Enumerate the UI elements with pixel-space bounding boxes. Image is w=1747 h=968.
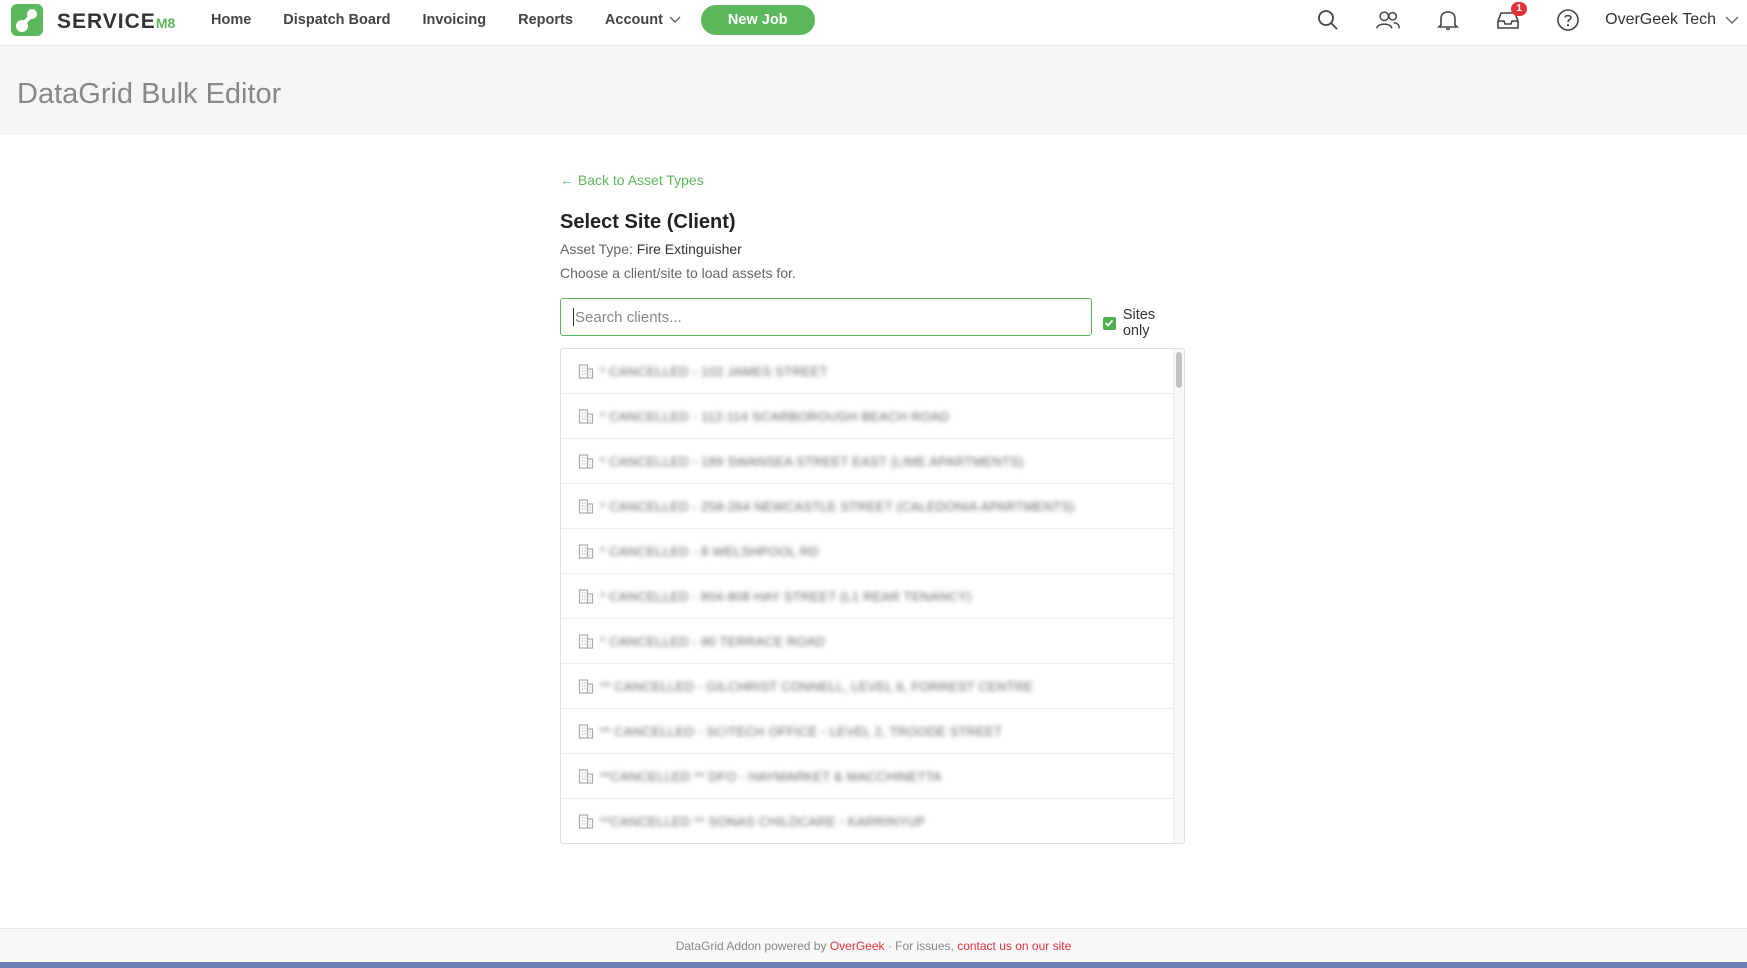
sites-only-checkbox[interactable] bbox=[1103, 316, 1116, 330]
nav-account-label: Account bbox=[604, 12, 663, 28]
team-icon bbox=[1376, 11, 1401, 29]
notifications-button[interactable] bbox=[1435, 7, 1461, 33]
nav-account[interactable]: Account bbox=[605, 12, 681, 28]
page-footer: DataGrid Addon powered by OverGeek · For… bbox=[0, 928, 1747, 963]
team-button[interactable] bbox=[1375, 7, 1401, 33]
brand-wordmark[interactable]: SERVICEM8 bbox=[57, 10, 175, 34]
building-icon bbox=[578, 589, 594, 604]
footer-brand-link[interactable]: OverGeek bbox=[830, 939, 885, 953]
servicem8-logo-icon[interactable] bbox=[11, 4, 43, 36]
list-scroll-track[interactable] bbox=[1173, 349, 1184, 843]
client-name: * CANCELLED - 8 WELSHPOOL RD bbox=[600, 543, 819, 559]
nav-home[interactable]: Home bbox=[211, 12, 251, 28]
client-name: * CANCELLED - 112-114 SCARBOROUGH BEACH … bbox=[600, 408, 950, 424]
nav-icon-group: 1 OverGeek Tech bbox=[1315, 2, 1747, 33]
building-icon bbox=[578, 679, 594, 694]
client-list-item[interactable]: * CANCELLED - 804-808 HAY STREET (L1 REA… bbox=[561, 574, 1173, 619]
user-menu[interactable]: OverGeek Tech bbox=[1605, 11, 1739, 29]
footer-prefix: DataGrid Addon powered by bbox=[675, 939, 827, 953]
building-icon bbox=[578, 544, 594, 559]
section-title: Select Site (Client) bbox=[560, 211, 736, 233]
client-list-item[interactable]: ** CANCELLED - GILCHRIST CONNELL, LEVEL … bbox=[561, 664, 1173, 709]
client-list-item[interactable]: **CANCELLED ** DFO - HAYMARKET & MACCHIN… bbox=[561, 754, 1173, 799]
main-nav: Home Dispatch Board Invoicing Reports Ac… bbox=[211, 0, 815, 40]
building-icon bbox=[578, 769, 594, 784]
client-name: * CANCELLED - 258-264 NEWCASTLE STREET (… bbox=[600, 498, 1075, 514]
asset-type-value: Fire Extinguisher bbox=[636, 241, 742, 257]
list-scrollbar-thumb[interactable] bbox=[1176, 352, 1182, 388]
help-button[interactable] bbox=[1555, 7, 1581, 33]
building-icon bbox=[578, 724, 594, 739]
asset-type-label: Asset Type: bbox=[560, 241, 633, 257]
client-list-item[interactable]: * CANCELLED - 189 SWANSEA STREET EAST (L… bbox=[561, 439, 1173, 484]
search-icon bbox=[1318, 10, 1338, 30]
client-list-item[interactable]: * CANCELLED - 102 JAMES STREET bbox=[561, 349, 1173, 394]
client-list-rows: * CANCELLED - 102 JAMES STREET * CANCELLE… bbox=[561, 349, 1173, 843]
client-search-input[interactable] bbox=[573, 299, 1077, 335]
client-name: **CANCELLED ** SONAS CHILDCARE - KARRINY… bbox=[600, 813, 926, 829]
text-cursor bbox=[573, 308, 574, 326]
window-bottom-edge bbox=[0, 962, 1747, 968]
asset-type-line: Asset Type: Fire Extinguisher bbox=[560, 241, 742, 257]
building-icon bbox=[578, 499, 594, 514]
new-job-button[interactable]: New Job bbox=[700, 5, 815, 35]
building-icon bbox=[578, 454, 594, 469]
client-name: * CANCELLED - 189 SWANSEA STREET EAST (L… bbox=[600, 453, 1024, 469]
client-list-item[interactable]: ** CANCELLED - SCITECH OFFICE - LEVEL 2,… bbox=[561, 709, 1173, 754]
chevron-down-icon bbox=[669, 16, 681, 23]
search-button[interactable] bbox=[1315, 7, 1341, 33]
sites-only-toggle[interactable]: Sites only bbox=[1103, 307, 1185, 339]
client-name: ** CANCELLED - SCITECH OFFICE - LEVEL 2,… bbox=[600, 723, 1003, 739]
nav-dispatch-board[interactable]: Dispatch Board bbox=[283, 12, 390, 28]
client-list-item[interactable]: * CANCELLED - 8 WELSHPOOL RD bbox=[561, 529, 1173, 574]
building-icon bbox=[578, 409, 594, 424]
client-name: **CANCELLED ** DFO - HAYMARKET & MACCHIN… bbox=[600, 768, 942, 784]
top-navbar: SERVICEM8 Home Dispatch Board Invoicing … bbox=[0, 0, 1747, 46]
help-text: Choose a client/site to load assets for. bbox=[560, 265, 796, 281]
brand-main: SERVICE bbox=[57, 10, 156, 33]
footer-middle: · For issues, bbox=[887, 939, 954, 953]
client-list-item[interactable]: * CANCELLED - 90 TERRACE ROAD bbox=[561, 619, 1173, 664]
bell-icon bbox=[1437, 11, 1460, 30]
client-list-item[interactable]: * CANCELLED - 112-114 SCARBOROUGH BEACH … bbox=[561, 394, 1173, 439]
page-title: DataGrid Bulk Editor bbox=[17, 78, 282, 110]
client-search-box bbox=[560, 298, 1092, 336]
nav-invoicing[interactable]: Invoicing bbox=[422, 12, 486, 28]
checkmark-icon bbox=[1105, 319, 1114, 327]
building-icon bbox=[578, 814, 594, 829]
building-icon bbox=[578, 634, 594, 649]
chevron-down-icon bbox=[1725, 16, 1739, 24]
client-name: ** CANCELLED - GILCHRIST CONNELL, LEVEL … bbox=[600, 678, 1034, 694]
back-to-asset-types-link[interactable]: ← Back to Asset Types bbox=[560, 172, 704, 188]
inbox-button[interactable]: 1 bbox=[1495, 2, 1528, 33]
help-icon bbox=[1557, 9, 1579, 31]
client-list-item[interactable]: * CANCELLED - 258-264 NEWCASTLE STREET (… bbox=[561, 484, 1173, 529]
brand-suffix: M8 bbox=[155, 15, 176, 31]
page-header: DataGrid Bulk Editor bbox=[0, 46, 1747, 135]
inbox-badge: 1 bbox=[1511, 2, 1528, 16]
client-list-item[interactable]: **CANCELLED ** SONAS CHILDCARE - KARRINY… bbox=[561, 799, 1173, 843]
client-name: * CANCELLED - 102 JAMES STREET bbox=[600, 363, 828, 379]
user-name: OverGeek Tech bbox=[1605, 11, 1716, 28]
client-name: * CANCELLED - 90 TERRACE ROAD bbox=[600, 633, 826, 649]
client-name: * CANCELLED - 804-808 HAY STREET (L1 REA… bbox=[600, 588, 972, 604]
footer-contact-link[interactable]: contact us on our site bbox=[957, 939, 1071, 953]
building-icon bbox=[578, 364, 594, 379]
sites-only-label: Sites only bbox=[1122, 307, 1156, 339]
nav-reports[interactable]: Reports bbox=[518, 12, 573, 28]
client-list: * CANCELLED - 102 JAMES STREET * CANCELLE… bbox=[560, 348, 1185, 844]
